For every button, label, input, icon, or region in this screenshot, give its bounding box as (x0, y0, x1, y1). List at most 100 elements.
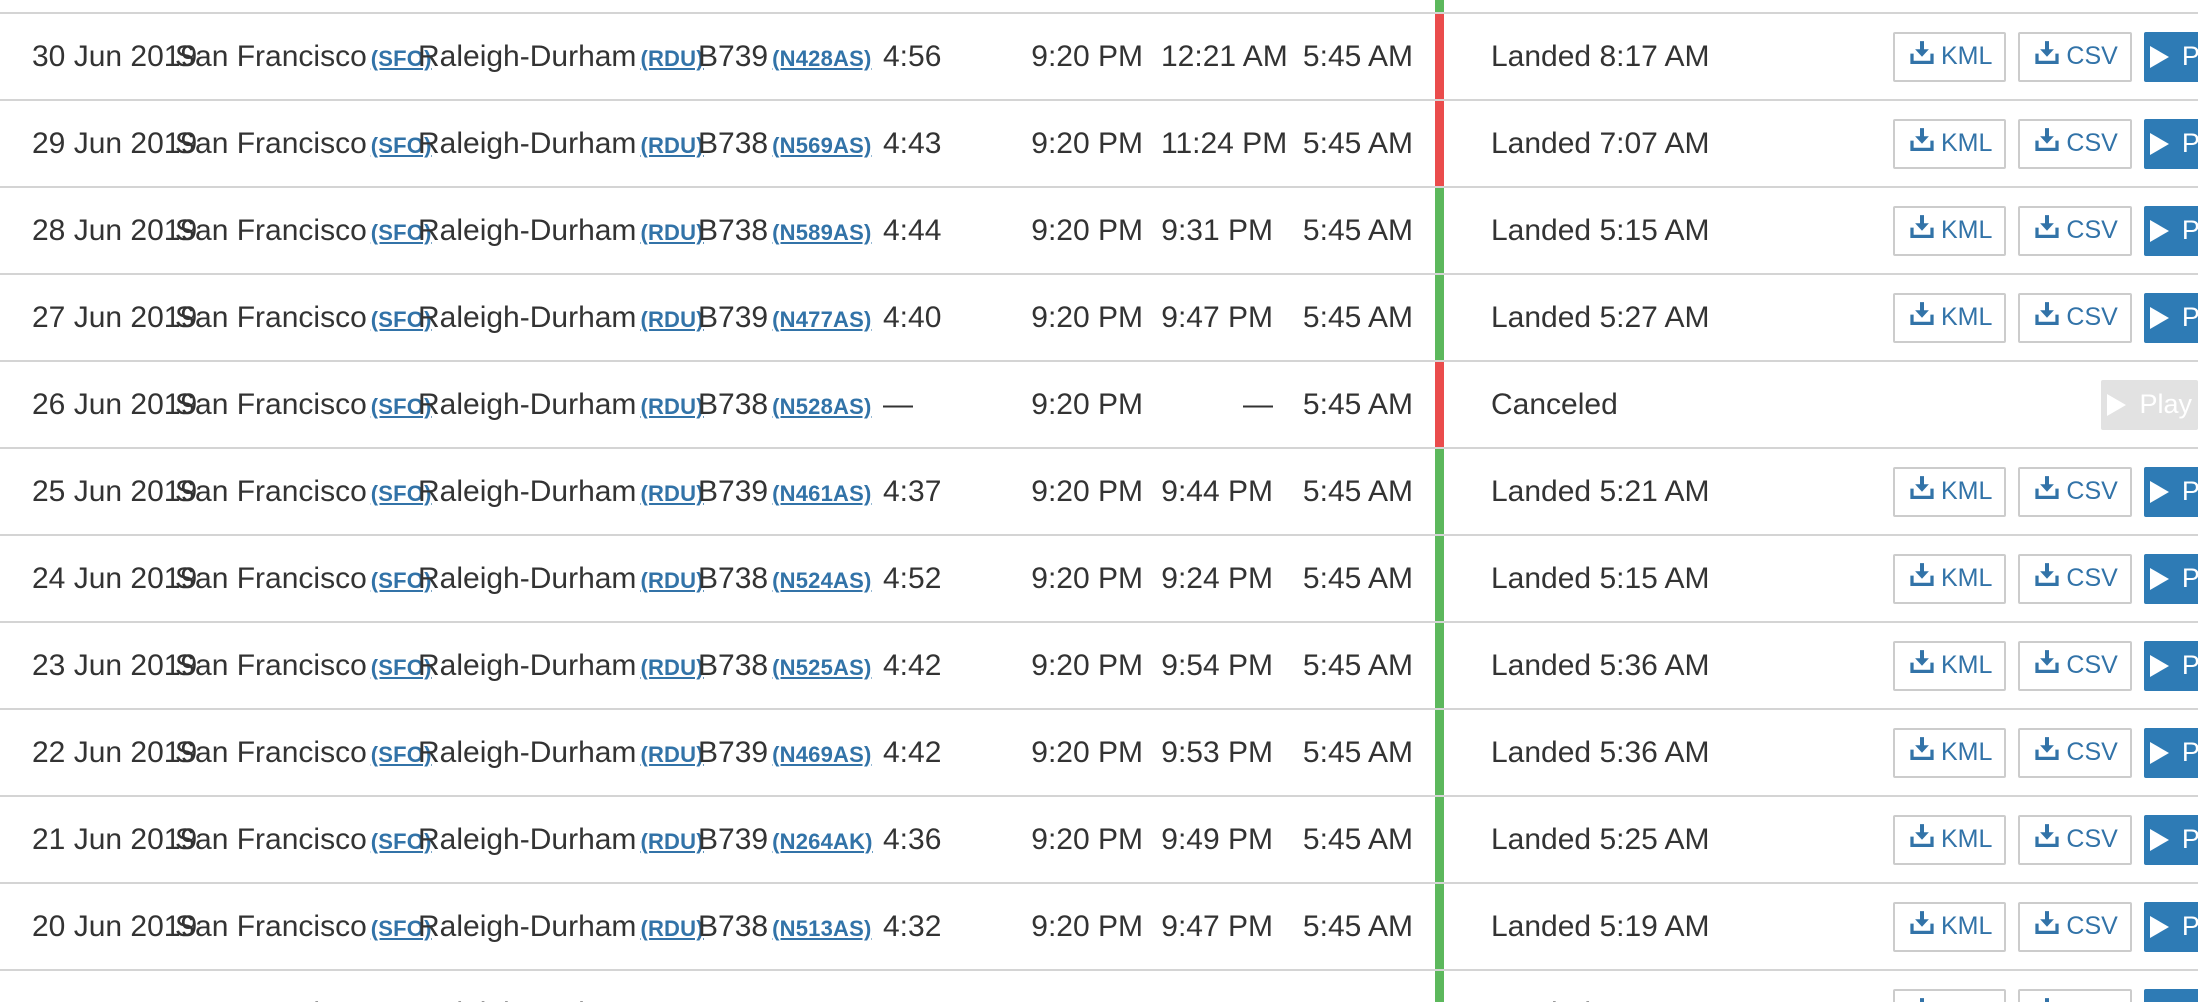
destination-city: Raleigh-Durham (418, 735, 637, 769)
cell-destination: Raleigh-Durham(RDU) (418, 883, 704, 970)
kml-download-button[interactable]: KML (1893, 814, 2007, 865)
cell-departure: 9:20 PM (1003, 187, 1143, 274)
origin-city: San Francisco (175, 300, 367, 334)
tail-number-link[interactable]: (N525AS) (772, 655, 871, 680)
download-icon (1907, 125, 1937, 162)
kml-label: KML (1941, 42, 1993, 70)
flight-date: 22 Jun 2019 (32, 735, 198, 769)
destination-city: Raleigh-Durham (418, 997, 636, 1002)
flight-date: 21 Jun 2019 (32, 822, 198, 856)
kml-download-button[interactable]: KML (1893, 292, 2007, 343)
csv-download-button[interactable]: CSV (2018, 640, 2132, 691)
kml-download-button[interactable]: KML (1893, 640, 2007, 691)
play-button[interactable]: Play (2143, 205, 2198, 256)
kml-download-button[interactable]: KML (1893, 553, 2007, 604)
scheduled-time: 5:45 AM (1302, 39, 1413, 73)
cell-aircraft: B739 (N461AS) (698, 448, 883, 535)
cell-status: Landed 5:21 AM (1465, 448, 1885, 535)
cell-actions: KML CSV Play (1885, 709, 2198, 796)
kml-download-button[interactable]: KML (1893, 466, 2007, 517)
cell-scheduled: 5:45 AM (1273, 535, 1413, 622)
cell-destination: Raleigh-Durham(RDU) (418, 361, 704, 448)
csv-download-button[interactable]: CSV (2018, 988, 2132, 1002)
tail-number-link[interactable]: (N569AS) (772, 133, 871, 158)
play-button[interactable]: Play (2143, 727, 2198, 778)
tail-number-link[interactable]: (N589AS) (772, 220, 871, 245)
flight-date: 19 Jun 2019 (32, 997, 197, 1002)
cell-date: 28 Jun 2019 (0, 187, 197, 274)
kml-download-button[interactable]: KML (1893, 901, 2007, 952)
status-indicator-bar (1434, 536, 1444, 621)
cell-duration (883, 0, 1003, 13)
destination-airport-code-link[interactable]: (RDU) (640, 133, 703, 158)
tail-number-link[interactable]: (N528AS) (772, 394, 871, 419)
destination-airport-code-link[interactable]: (RDU) (640, 220, 703, 245)
play-button[interactable]: Play (2143, 988, 2198, 1002)
destination-airport-code-link[interactable]: (RDU) (640, 829, 703, 854)
tail-number-link[interactable]: (N513AS) (772, 916, 871, 941)
cell-actions (1885, 0, 2198, 13)
destination-airport-code-link[interactable]: (RDU) (640, 307, 703, 332)
download-icon (2032, 908, 2062, 945)
destination-airport-code-link[interactable]: (RDU) (640, 46, 703, 71)
tail-number-link[interactable]: (N524AS) (772, 568, 871, 593)
destination-airport-code-link[interactable]: (RDU) (640, 655, 703, 680)
play-button-disabled: Play (2101, 379, 2198, 430)
csv-download-button[interactable]: CSV (2018, 205, 2132, 256)
kml-download-button[interactable]: KML (1893, 205, 2007, 256)
play-button[interactable]: Play (2143, 640, 2198, 691)
aircraft-type: B738 (698, 213, 769, 247)
csv-download-button[interactable]: CSV (2018, 553, 2132, 604)
kml-download-button[interactable]: KML (1893, 988, 2007, 1002)
cell-departure: 9:20 PM (1003, 13, 1143, 100)
destination-airport-code-link[interactable]: (RDU) (640, 394, 703, 419)
cell-status: Landed 5:19 AM (1465, 883, 1885, 970)
destination-city: Raleigh-Durham (418, 300, 637, 334)
csv-download-button[interactable]: CSV (2018, 31, 2132, 82)
cell-status-indicator (1413, 13, 1465, 100)
play-button[interactable]: Play (2143, 466, 2198, 517)
csv-download-button[interactable]: CSV (2018, 814, 2132, 865)
status-indicator-bar (1434, 971, 1444, 1002)
cell-departure: 9:20 PM (1003, 535, 1143, 622)
cell-origin: San Francisco(SFO) (175, 970, 418, 1002)
cell-status: Landed 5:15 AM (1465, 187, 1885, 274)
scheduled-time: 5:45 AM (1302, 213, 1413, 247)
csv-download-button[interactable]: CSV (2018, 118, 2132, 169)
scheduled-time: 5:45 AM (1302, 300, 1413, 334)
destination-airport-code-link[interactable]: (RDU) (640, 481, 703, 506)
flight-duration: 4:44 (883, 213, 942, 247)
play-button[interactable]: Play (2143, 31, 2198, 82)
flight-status-text: Landed 5:36 AM (1491, 648, 1710, 682)
destination-airport-code-link[interactable]: (RDU) (640, 742, 703, 767)
csv-download-button[interactable]: CSV (2018, 292, 2132, 343)
play-button[interactable]: Play (2143, 553, 2198, 604)
play-button[interactable]: Play (2143, 118, 2198, 169)
flight-date: 25 Jun 2019 (32, 474, 198, 508)
kml-download-button[interactable]: KML (1893, 727, 2007, 778)
play-label: Play (2181, 302, 2198, 332)
play-button[interactable]: Play (2143, 292, 2198, 343)
csv-download-button[interactable]: CSV (2018, 466, 2132, 517)
csv-download-button[interactable]: CSV (2018, 901, 2132, 952)
play-button[interactable]: Play (2143, 901, 2198, 952)
row-actions: Play (1885, 379, 2198, 430)
arrival-time: 9:47 PM (1161, 909, 1273, 943)
download-icon (2032, 734, 2062, 771)
destination-airport-code-link[interactable]: (RDU) (640, 568, 703, 593)
tail-number-link[interactable]: (N428AS) (772, 46, 871, 71)
tail-number-link[interactable]: (N477AS) (772, 307, 871, 332)
kml-download-button[interactable]: KML (1893, 31, 2007, 82)
cell-scheduled: 5:45 AM (1273, 361, 1413, 448)
cell-actions: KML CSV Play (1885, 13, 2198, 100)
tail-number-link[interactable]: (N461AS) (772, 481, 871, 506)
destination-airport-code-link[interactable]: (RDU) (640, 916, 703, 941)
kml-download-button[interactable]: KML (1893, 118, 2007, 169)
csv-download-button[interactable]: CSV (2018, 727, 2132, 778)
cell-destination (418, 0, 698, 13)
play-button[interactable]: Play (2143, 814, 2198, 865)
cell-status: Landed 5:25 AM (1465, 796, 1885, 883)
cell-destination: Raleigh-Durham(RDU) (418, 535, 704, 622)
tail-number-link[interactable]: (N469AS) (772, 742, 871, 767)
tail-number-link[interactable]: (N264AK) (772, 829, 873, 854)
